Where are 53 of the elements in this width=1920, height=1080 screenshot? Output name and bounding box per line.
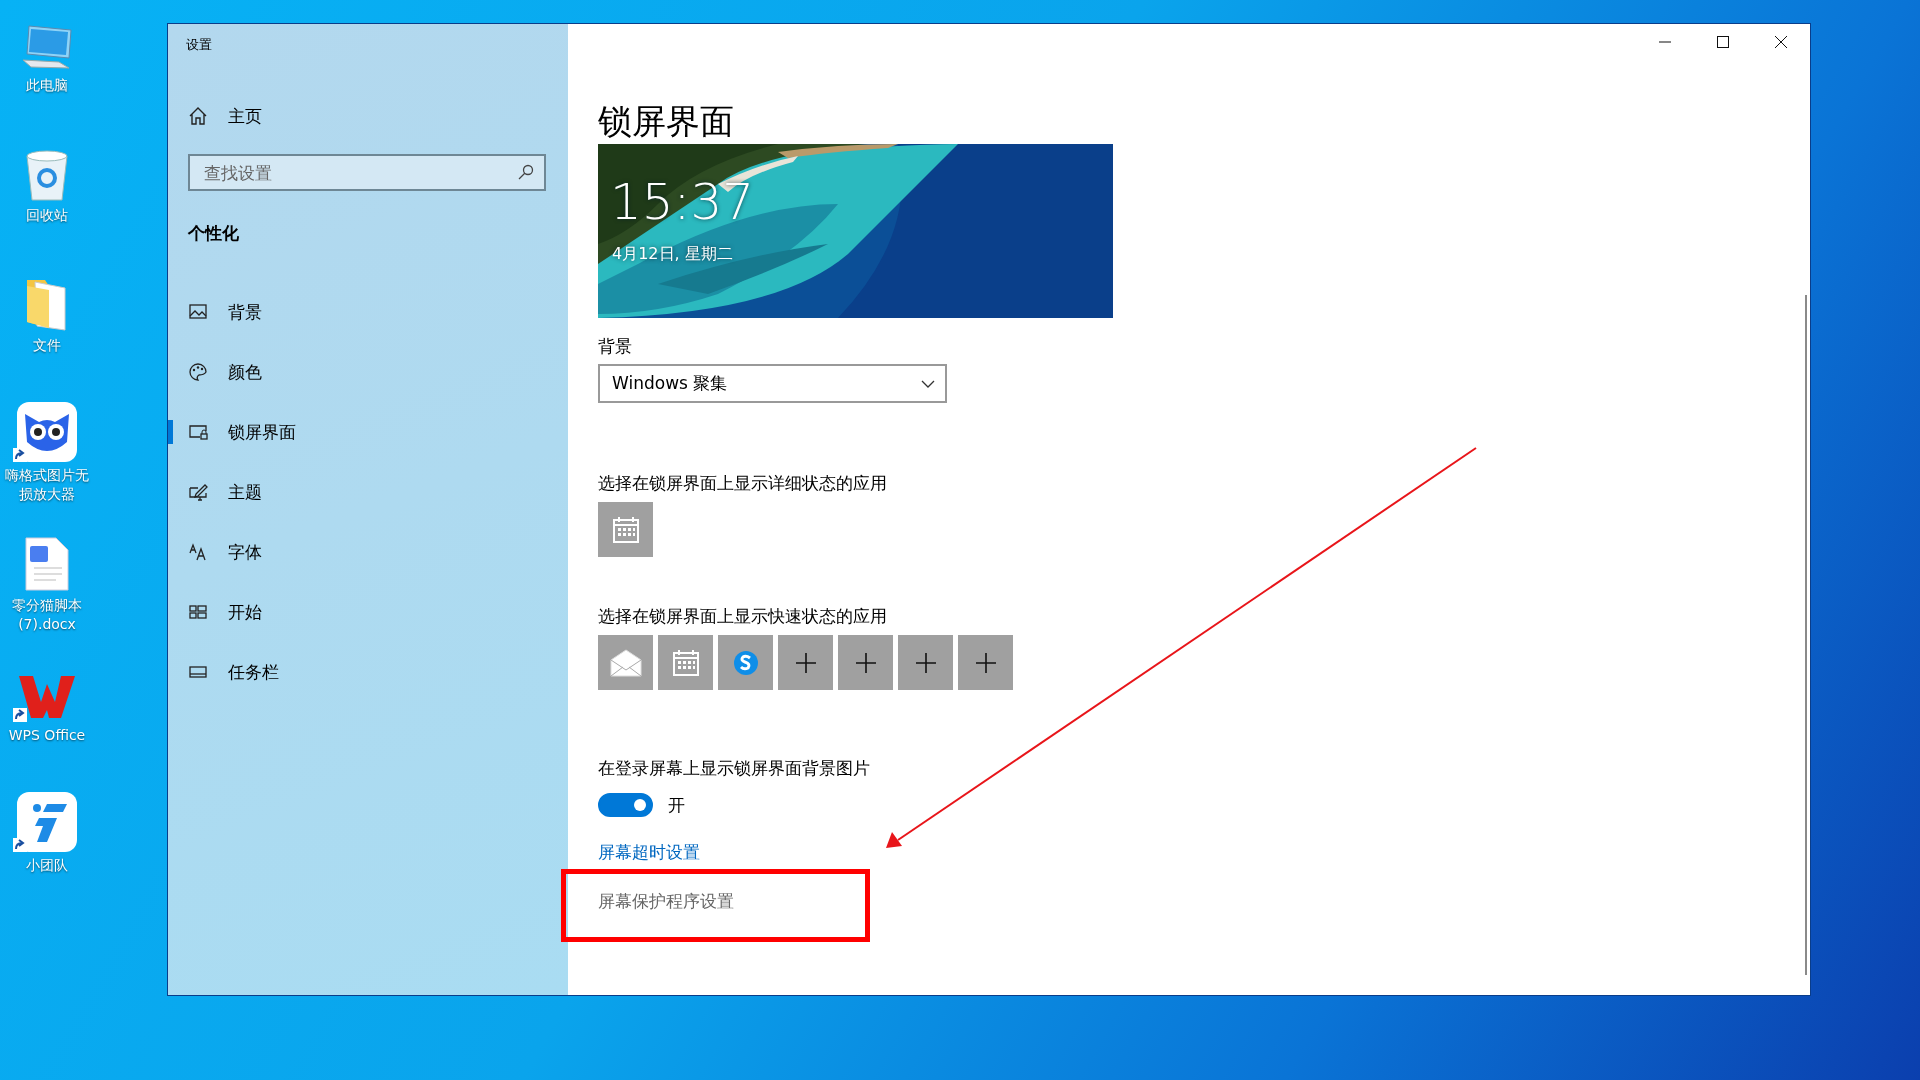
chevron-down-icon [921,379,935,388]
mail-icon [608,647,643,678]
add-app-tile[interactable] [898,635,953,690]
chat-app-icon [731,648,760,677]
quick-status-label: 选择在锁屏界面上显示快速状态的应用 [598,605,887,628]
nav-item[interactable]: 颜色 [168,342,568,402]
nav-item[interactable]: 锁屏界面 [168,402,568,462]
background-label: 背景 [598,335,632,358]
sign-in-background-label: 在登录屏幕上显示锁屏界面背景图片 [598,757,870,780]
section-heading: 个性化 [188,222,239,245]
toggle-switch[interactable] [598,793,653,817]
nav-item[interactable]: 主题 [168,462,568,522]
background-dropdown[interactable]: Windows 聚集 [598,364,947,403]
picture-icon [188,302,208,322]
toggle-state-text: 开 [668,793,685,817]
lock-screen-icon [188,422,208,442]
settings-link[interactable]: 屏幕超时设置 [598,840,700,864]
home-nav-item[interactable]: 主页 [188,98,262,134]
nav-item[interactable]: 开始 [168,582,568,642]
minimize-icon [1659,41,1671,43]
calendar-icon [610,514,641,545]
theme-icon [188,482,208,502]
plus-icon [915,652,936,673]
app-logo-icon [17,792,77,852]
scrollbar[interactable] [1805,295,1807,975]
page-heading: 锁屏界面 [598,100,734,143]
close-icon [1775,36,1787,48]
nav-item[interactable]: 字体 [168,522,568,582]
search-field[interactable]: 查找设置 [188,154,546,191]
plus-icon [855,652,876,673]
window-title: 设置 [186,36,212,54]
settings-link[interactable]: 屏幕保护程序设置 [598,889,734,913]
app-tile[interactable] [598,502,653,557]
nav-item[interactable]: 任务栏 [168,642,568,702]
maximize-icon [1717,36,1729,48]
search-icon [518,164,534,180]
owl-app-icon [17,402,77,462]
nav-item[interactable]: 背景 [168,282,568,342]
document-icon [24,536,70,592]
palette-icon [188,362,208,382]
calendar-icon [670,647,701,678]
add-app-tile[interactable] [958,635,1013,690]
add-app-tile[interactable] [778,635,833,690]
detailed-status-label: 选择在锁屏界面上显示详细状态的应用 [598,472,887,495]
home-icon [188,106,208,126]
start-icon [188,602,208,622]
app-tile[interactable] [718,635,773,690]
font-icon [188,542,208,562]
plus-icon [795,652,816,673]
add-app-tile[interactable] [838,635,893,690]
app-tile[interactable] [658,635,713,690]
plus-icon [975,652,996,673]
app-tile[interactable] [598,635,653,690]
